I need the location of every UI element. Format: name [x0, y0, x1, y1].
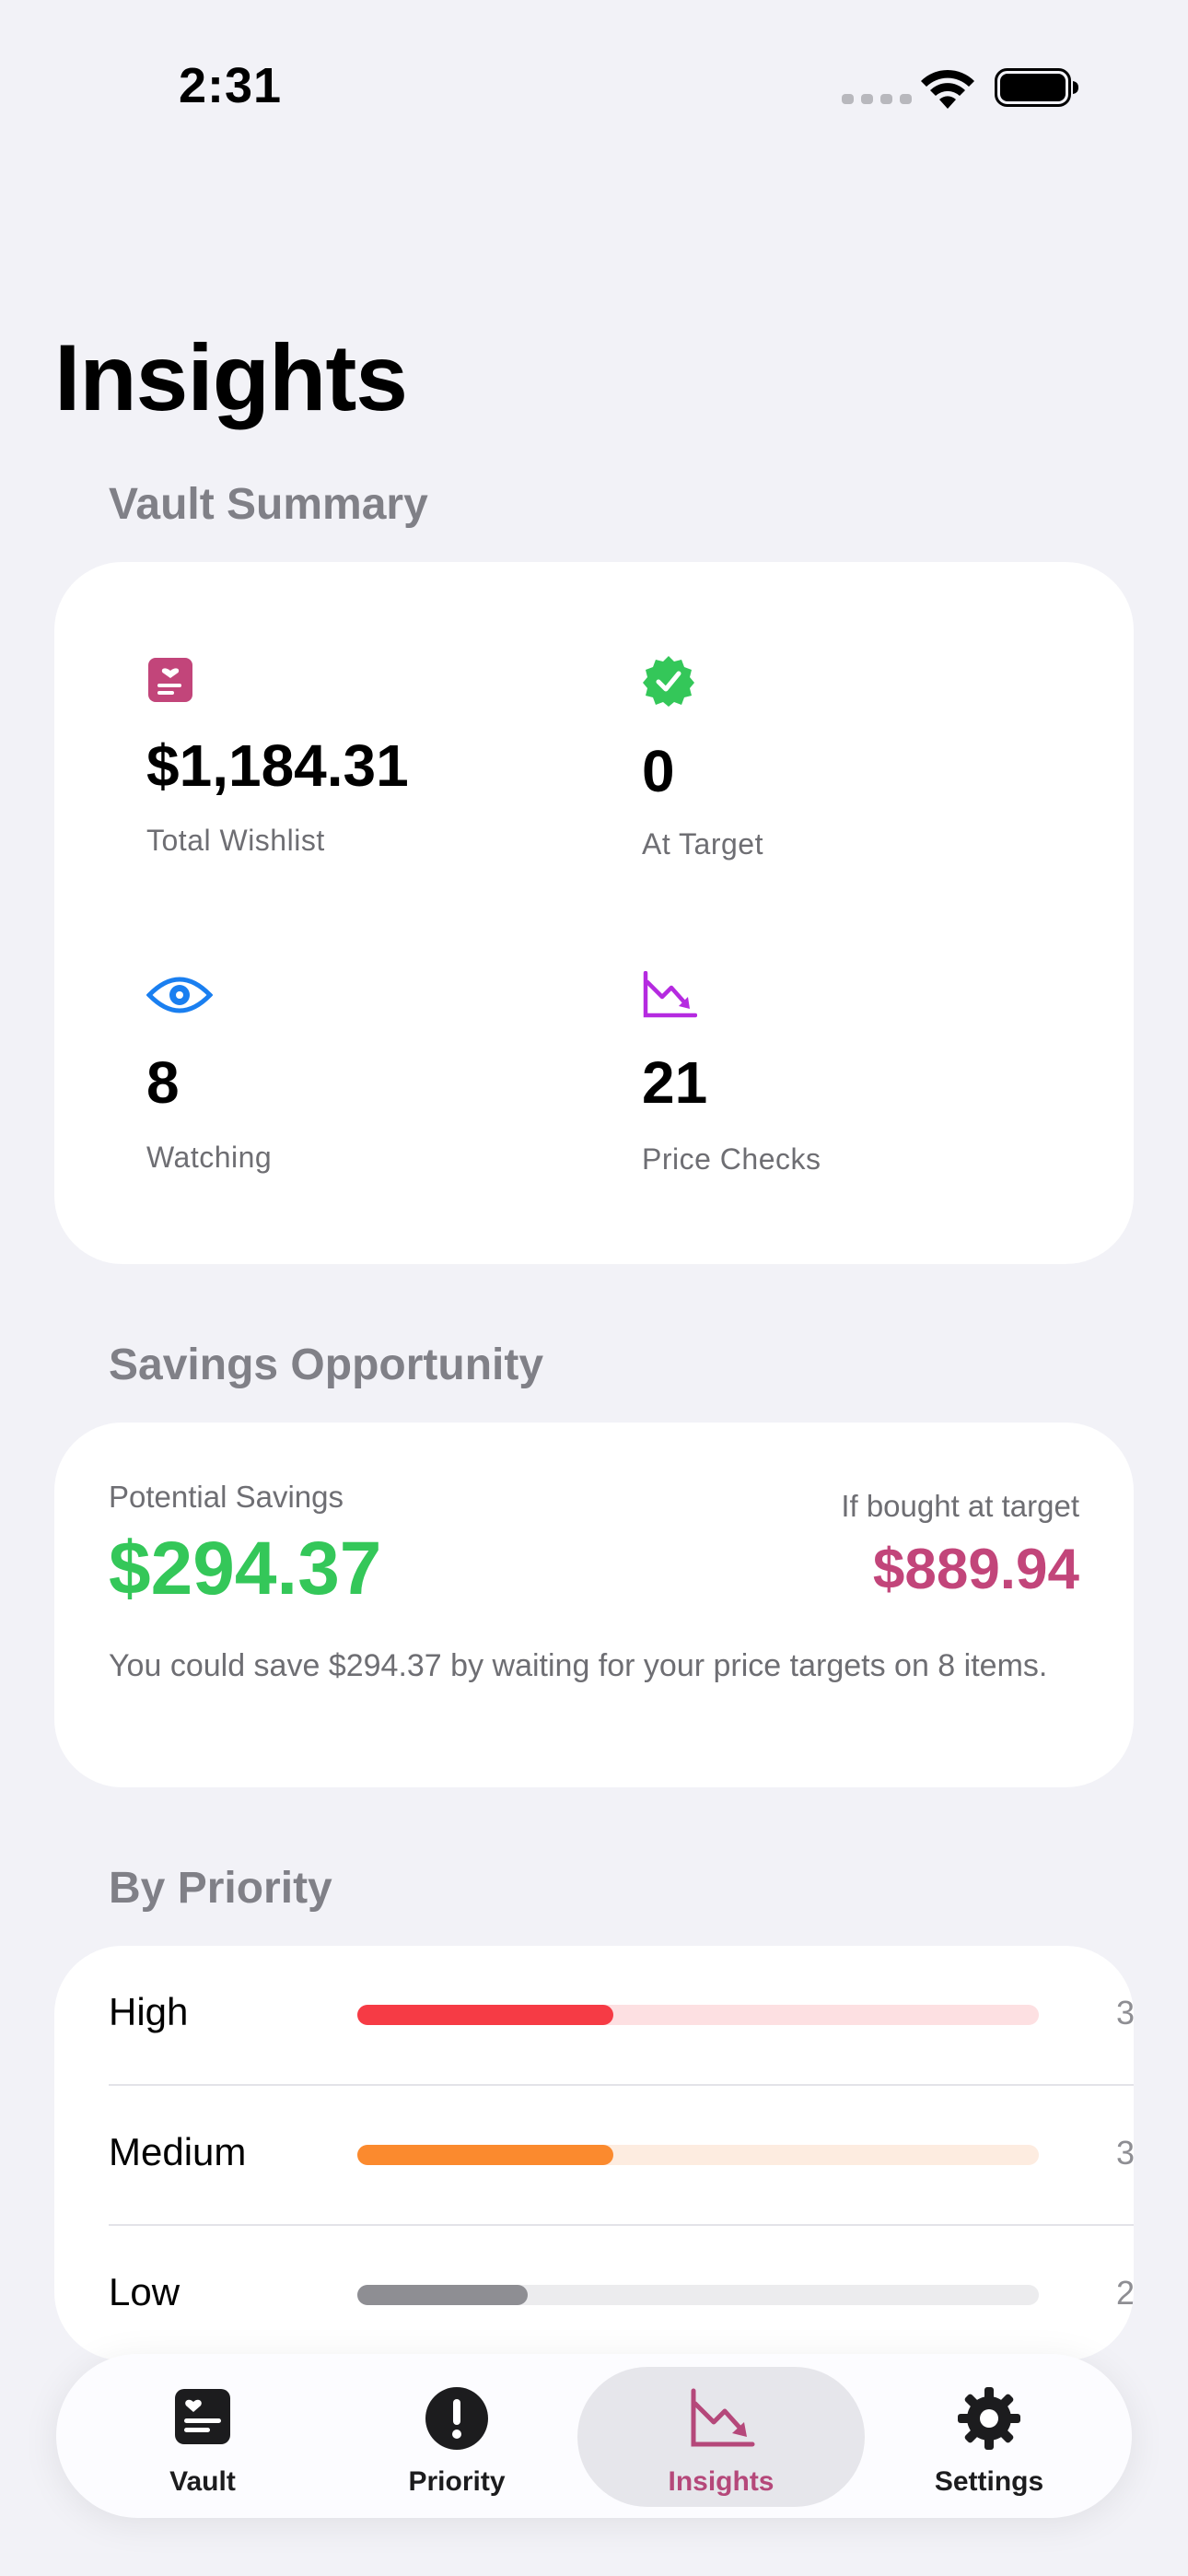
tab-label: Vault	[169, 2466, 236, 2497]
priority-name: High	[109, 1990, 189, 2033]
savings-header: Savings Opportunity	[109, 1341, 544, 1389]
priority-bar-track	[357, 2285, 1039, 2305]
savings-card: Potential Savings $294.37 If bought at t…	[54, 1423, 1134, 1787]
cellular-signal-icon	[842, 94, 912, 104]
by-priority-header: By Priority	[109, 1864, 332, 1913]
priority-bar-track	[357, 2005, 1039, 2025]
page-title: Insights	[54, 325, 408, 430]
priority-row-medium[interactable]: Medium 3	[109, 2086, 1134, 2226]
wifi-icon	[921, 69, 974, 109]
wishlist-heart-icon	[148, 658, 192, 702]
vault-summary-card: $1,184.31 Total Wishlist 0 At Target 8 W…	[54, 562, 1134, 1264]
savings-description: You could save $294.37 by waiting for yo…	[109, 1648, 1048, 1683]
stat-label: Price Checks	[642, 1142, 821, 1176]
vault-summary-header: Vault Summary	[109, 480, 428, 529]
tab-insights[interactable]: Insights	[577, 2354, 865, 2518]
tab-label: Priority	[408, 2466, 506, 2497]
target-label: If bought at target	[841, 1489, 1079, 1523]
priority-count: 3	[1115, 2134, 1134, 2172]
status-bar: 2:31	[0, 0, 1188, 175]
checkmark-seal-icon	[643, 656, 694, 707]
stat-label: At Target	[642, 827, 763, 861]
status-time: 2:31	[179, 58, 283, 113]
chart-down-icon	[643, 971, 697, 1018]
tab-vault[interactable]: Vault	[97, 2354, 309, 2518]
stat-value: $1,184.31	[146, 732, 409, 799]
potential-savings-label: Potential Savings	[109, 1480, 344, 1514]
tab-settings[interactable]: Settings	[883, 2354, 1095, 2518]
priority-bar-track	[357, 2145, 1039, 2165]
priority-name: Low	[109, 2270, 181, 2313]
chart-down-icon	[691, 2388, 755, 2447]
vault-icon	[175, 2389, 230, 2444]
priority-row-low[interactable]: Low 2	[109, 2226, 1134, 2360]
stat-value: 21	[642, 1049, 708, 1116]
priority-bar-fill	[357, 2285, 528, 2305]
priority-count: 3	[1115, 1994, 1134, 2032]
priority-card: High 3 Medium 3 Low 2	[54, 1946, 1134, 2360]
potential-savings-value: $294.37	[109, 1527, 382, 1610]
tab-bar: Vault Priority Insights Settings	[56, 2354, 1132, 2518]
exclamation-circle-icon	[425, 2387, 488, 2450]
stat-value: 8	[146, 1049, 180, 1116]
battery-icon	[995, 68, 1078, 107]
priority-bar-fill	[357, 2145, 613, 2165]
priority-count: 2	[1115, 2274, 1134, 2312]
eye-icon	[146, 977, 213, 1013]
gear-icon	[958, 2387, 1020, 2450]
tab-label: Settings	[934, 2466, 1044, 2497]
priority-bar-fill	[357, 2005, 613, 2025]
stat-value: 0	[642, 738, 675, 804]
tab-label: Insights	[668, 2466, 775, 2497]
tab-priority[interactable]: Priority	[351, 2354, 563, 2518]
priority-row-high[interactable]: High 3	[109, 1946, 1134, 2086]
stat-label: Watching	[146, 1141, 273, 1174]
target-value: $889.94	[872, 1538, 1079, 1601]
priority-name: Medium	[109, 2130, 247, 2173]
stat-label: Total Wishlist	[146, 824, 325, 857]
